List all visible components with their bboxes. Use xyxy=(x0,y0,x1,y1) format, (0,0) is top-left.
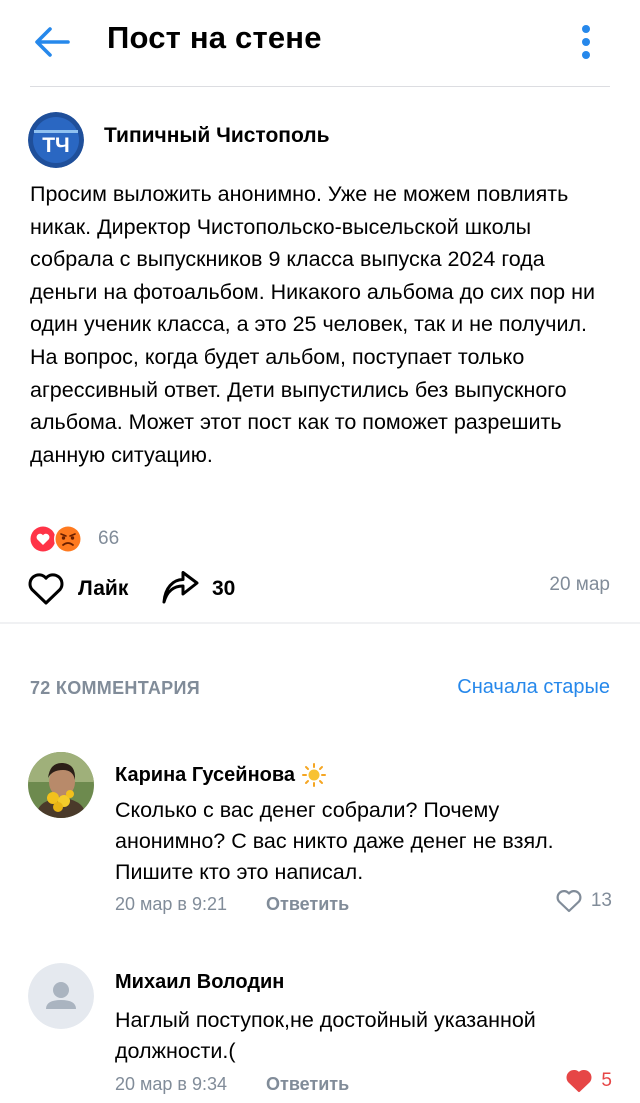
comment-date: 20 мар в 9:21 xyxy=(115,894,228,914)
share-arrow-icon xyxy=(162,571,199,604)
heart-filled-icon xyxy=(566,1070,592,1093)
comment-like-count: 13 xyxy=(590,890,612,911)
share-count: 30 xyxy=(212,577,236,600)
comment-author[interactable]: Михаил Володин xyxy=(115,971,284,994)
comment-text: Сколько с вас денег собрали? Почему анон… xyxy=(115,798,554,884)
arrow-left-icon xyxy=(35,27,70,57)
back-button[interactable] xyxy=(30,22,74,62)
top-bar: Пост на стене xyxy=(0,0,640,84)
like-button[interactable]: Лайк xyxy=(26,569,128,609)
comment-like-button[interactable]: 5 xyxy=(565,1068,612,1094)
comment-date: 20 мар в 9:34 xyxy=(115,1074,228,1094)
reactions-summary[interactable] xyxy=(28,523,88,555)
section-separator xyxy=(0,622,640,624)
avatar-photo xyxy=(28,752,94,818)
comment-author-avatar[interactable] xyxy=(28,752,94,818)
reactions-count: 66 xyxy=(98,528,120,549)
more-options-button[interactable] xyxy=(572,20,600,64)
post-author-name[interactable]: Типичный Чистополь xyxy=(104,124,330,148)
vertical-dots-icon xyxy=(582,25,590,59)
comment-author-name: Михаил Володин xyxy=(115,971,285,993)
like-label: Лайк xyxy=(78,577,129,600)
reply-button[interactable]: Ответить xyxy=(266,1074,349,1095)
red-heart-reaction-icon xyxy=(29,525,57,553)
page-title: Пост на стене xyxy=(107,20,322,55)
header-divider xyxy=(30,86,610,87)
community-logo-text: ТЧ xyxy=(42,134,70,157)
heart-icon xyxy=(28,573,64,605)
comment-author[interactable]: Карина Гусейнова xyxy=(115,762,327,788)
comment-author-avatar[interactable] xyxy=(28,963,94,1029)
angry-face-reaction-icon xyxy=(54,525,82,553)
community-logo: ТЧ xyxy=(28,112,84,168)
share-button[interactable]: 30 xyxy=(160,569,235,609)
sort-comments-button[interactable]: Сначала старые xyxy=(457,676,610,699)
post-date: 20 мар xyxy=(549,574,610,595)
post-text: Просим выложить анонимно. Уже не можем п… xyxy=(30,182,595,467)
comment-author-name: Карина Гусейнова xyxy=(115,763,296,786)
comments-count: 72 КОММЕНТАРИЯ xyxy=(30,678,200,698)
comment-like-button[interactable]: 13 xyxy=(555,888,612,914)
sun-emoji-icon xyxy=(302,763,327,787)
user-placeholder-icon xyxy=(28,963,94,1029)
comment-like-count: 5 xyxy=(601,1070,612,1091)
heart-icon xyxy=(556,890,582,913)
comment-text: Наглый поступок,не достойный указанной д… xyxy=(115,1008,536,1063)
community-avatar[interactable]: ТЧ xyxy=(28,112,84,168)
reply-button[interactable]: Ответить xyxy=(266,894,349,915)
